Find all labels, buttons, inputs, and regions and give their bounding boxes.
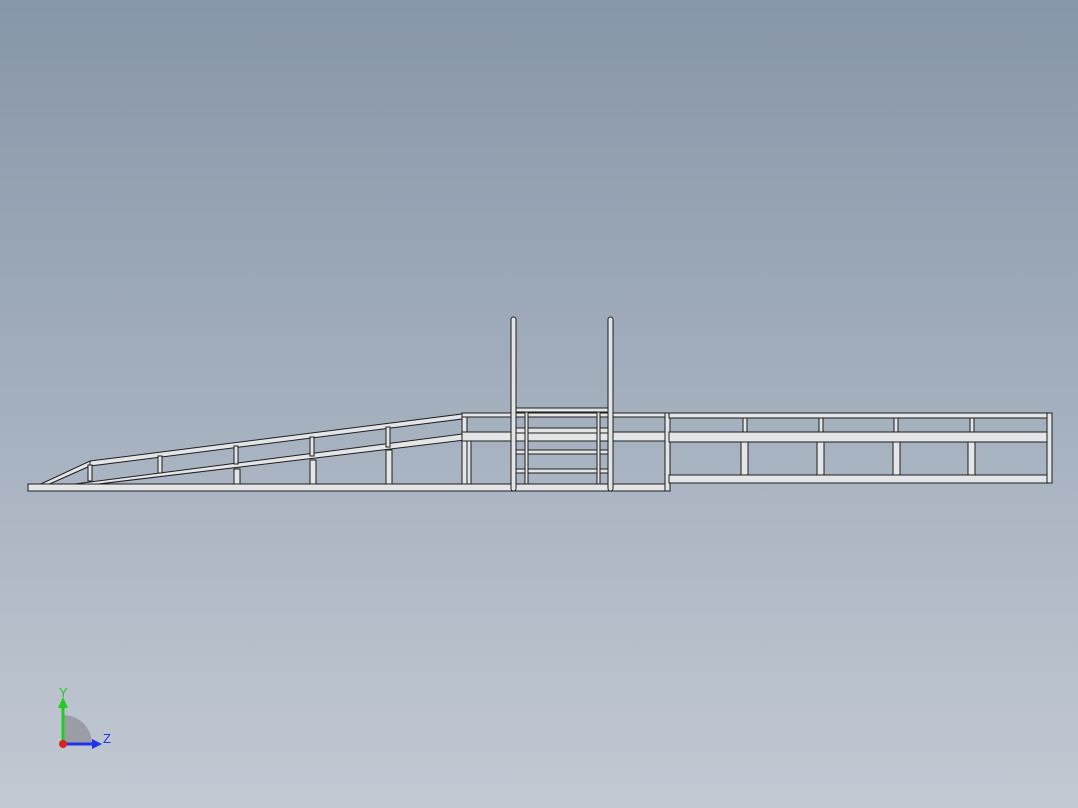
- ladder-inner-post: [524, 411, 529, 485]
- right-upper-post: [818, 417, 824, 433]
- right-lower-post: [892, 441, 901, 476]
- ramp-lower-post: [309, 459, 317, 485]
- right-upper-post: [893, 417, 899, 433]
- ladder-rung: [514, 427, 610, 434]
- right-lower-post: [816, 441, 825, 476]
- ramp-end-column: [461, 412, 468, 485]
- ladder-grab-rail-right: [607, 316, 614, 492]
- x-axis-dot: [59, 740, 67, 748]
- mid-top-rail: [461, 412, 670, 418]
- ramp-post: [385, 426, 391, 448]
- right-lower-post: [740, 441, 749, 476]
- right-lower-post: [967, 441, 976, 476]
- y-axis-label: Y: [59, 685, 68, 700]
- ramp-post: [87, 464, 93, 482]
- ramp-post: [309, 436, 315, 457]
- right-base-beam: [668, 474, 1053, 484]
- right-platform: [668, 412, 1053, 484]
- graphics-viewport[interactable]: Y Z: [0, 0, 1078, 808]
- ramp-post: [233, 445, 239, 465]
- ladder-inner-post: [596, 411, 601, 485]
- triad-quarter-disc: [63, 715, 92, 744]
- ladder: [510, 316, 614, 492]
- right-upper-post: [969, 417, 975, 433]
- mid-lower-post: [466, 440, 472, 485]
- ladder-upper-rung: [514, 407, 610, 413]
- right-mid-rail: [668, 431, 1053, 443]
- ramp-base-beam: [27, 483, 670, 492]
- right-end-column: [1046, 412, 1053, 484]
- z-axis-label: Z: [103, 731, 111, 746]
- ladder-grab-rail-left: [510, 316, 517, 492]
- ramp-lower-post: [233, 468, 241, 485]
- right-upper-post: [742, 417, 748, 433]
- ladder-rung: [514, 449, 610, 455]
- ramp-post: [157, 455, 163, 474]
- ramp-platform-model[interactable]: [0, 0, 1078, 808]
- z-axis-arrow: [92, 739, 102, 749]
- right-top-rail: [668, 412, 1053, 419]
- orientation-triad: Y Z: [58, 685, 111, 749]
- ladder-rung: [514, 468, 610, 474]
- ramp-lower-post: [385, 449, 393, 485]
